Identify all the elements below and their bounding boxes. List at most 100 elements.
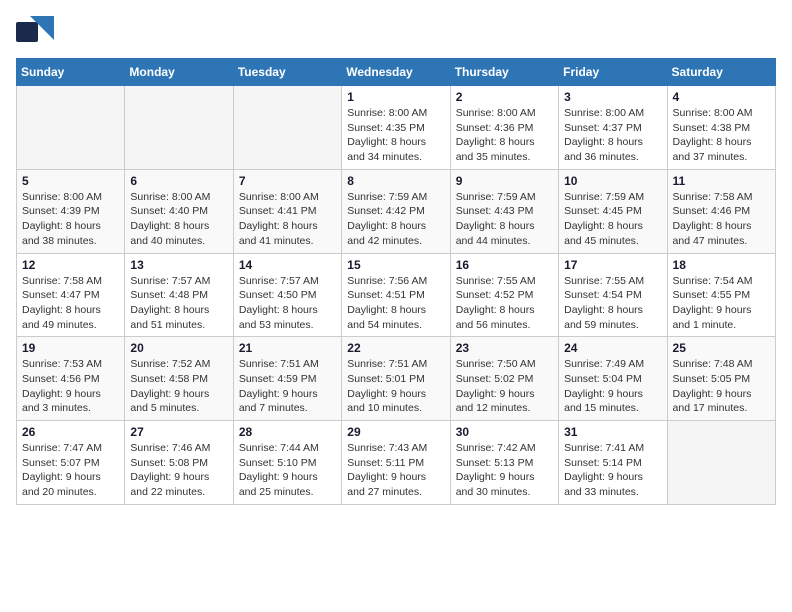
calendar-day-cell: 27 Sunrise: 7:46 AM Sunset: 5:08 PM Dayli… [125,421,233,505]
calendar-day-cell: 31Sunrise: 7:41 AM Sunset: 5:14 PM Dayli… [559,421,667,505]
day-info: Sunrise: 8:00 AM Sunset: 4:41 PM Dayligh… [239,190,336,249]
calendar-day-cell: 4 Sunrise: 8:00 AM Sunset: 4:38 PM Daylig… [667,86,775,170]
calendar-header-row: SundayMondayTuesdayWednesdayThursdayFrid… [17,59,776,86]
day-info: Sunrise: 7:58 AM Sunset: 4:46 PM Dayligh… [673,190,770,249]
day-info: Sunrise: 7:46 AM Sunset: 5:08 PM Dayligh… [130,441,227,500]
day-info: Sunrise: 7:49 AM Sunset: 5:04 PM Dayligh… [564,357,661,416]
logo [16,16,54,48]
day-info: Sunrise: 8:00 AM Sunset: 4:40 PM Dayligh… [130,190,227,249]
calendar-day-cell [233,86,341,170]
day-info: Sunrise: 7:57 AM Sunset: 4:50 PM Dayligh… [239,274,336,333]
calendar-day-cell: 30Sunrise: 7:42 AM Sunset: 5:13 PM Dayli… [450,421,558,505]
day-info: Sunrise: 7:58 AM Sunset: 4:47 PM Dayligh… [22,274,119,333]
day-number: 3 [564,90,661,104]
day-number: 17 [564,258,661,272]
calendar-week-row: 12 Sunrise: 7:58 AM Sunset: 4:47 PM Dayli… [17,253,776,337]
calendar-day-cell: 21 Sunrise: 7:51 AM Sunset: 4:59 PM Dayli… [233,337,341,421]
calendar-day-cell: 19 Sunrise: 7:53 AM Sunset: 4:56 PM Dayli… [17,337,125,421]
day-number: 30 [456,425,553,439]
weekday-header-cell: Monday [125,59,233,86]
calendar-day-cell: 9 Sunrise: 7:59 AM Sunset: 4:43 PM Daylig… [450,169,558,253]
day-info: Sunrise: 8:00 AM Sunset: 4:36 PM Dayligh… [456,106,553,165]
day-number: 24 [564,341,661,355]
calendar-day-cell: 28Sunrise: 7:44 AM Sunset: 5:10 PM Dayli… [233,421,341,505]
day-number: 12 [22,258,119,272]
calendar-week-row: 5 Sunrise: 8:00 AM Sunset: 4:39 PM Daylig… [17,169,776,253]
calendar-day-cell [667,421,775,505]
calendar-day-cell [17,86,125,170]
weekday-header-cell: Wednesday [342,59,450,86]
calendar-day-cell: 3 Sunrise: 8:00 AM Sunset: 4:37 PM Daylig… [559,86,667,170]
day-info: Sunrise: 7:55 AM Sunset: 4:54 PM Dayligh… [564,274,661,333]
day-number: 20 [130,341,227,355]
day-number: 28 [239,425,336,439]
calendar-week-row: 19 Sunrise: 7:53 AM Sunset: 4:56 PM Dayli… [17,337,776,421]
day-number: 19 [22,341,119,355]
day-info: Sunrise: 7:47 AM Sunset: 5:07 PM Dayligh… [22,441,119,500]
day-number: 25 [673,341,770,355]
day-info: Sunrise: 8:00 AM Sunset: 4:39 PM Dayligh… [22,190,119,249]
day-info: Sunrise: 8:00 AM Sunset: 4:35 PM Dayligh… [347,106,444,165]
calendar-day-cell: 14 Sunrise: 7:57 AM Sunset: 4:50 PM Dayli… [233,253,341,337]
day-info: Sunrise: 7:59 AM Sunset: 4:42 PM Dayligh… [347,190,444,249]
calendar-day-cell [125,86,233,170]
day-number: 26 [22,425,119,439]
day-number: 2 [456,90,553,104]
day-info: Sunrise: 7:59 AM Sunset: 4:43 PM Dayligh… [456,190,553,249]
calendar-day-cell: 18Sunrise: 7:54 AM Sunset: 4:55 PM Dayli… [667,253,775,337]
day-number: 13 [130,258,227,272]
page-header [16,16,776,48]
day-number: 16 [456,258,553,272]
weekday-header-cell: Sunday [17,59,125,86]
day-info: Sunrise: 8:00 AM Sunset: 4:38 PM Dayligh… [673,106,770,165]
day-info: Sunrise: 7:59 AM Sunset: 4:45 PM Dayligh… [564,190,661,249]
weekday-header-cell: Friday [559,59,667,86]
weekday-header-cell: Saturday [667,59,775,86]
calendar-day-cell: 17 Sunrise: 7:55 AM Sunset: 4:54 PM Dayli… [559,253,667,337]
logo-icon [16,16,54,48]
day-number: 21 [239,341,336,355]
calendar-day-cell: 29Sunrise: 7:43 AM Sunset: 5:11 PM Dayli… [342,421,450,505]
day-number: 14 [239,258,336,272]
day-number: 9 [456,174,553,188]
day-info: Sunrise: 7:55 AM Sunset: 4:52 PM Dayligh… [456,274,553,333]
day-number: 29 [347,425,444,439]
day-info: Sunrise: 7:48 AM Sunset: 5:05 PM Dayligh… [673,357,770,416]
weekday-header-cell: Thursday [450,59,558,86]
day-info: Sunrise: 7:56 AM Sunset: 4:51 PM Dayligh… [347,274,444,333]
day-info: Sunrise: 7:53 AM Sunset: 4:56 PM Dayligh… [22,357,119,416]
calendar-table: SundayMondayTuesdayWednesdayThursdayFrid… [16,58,776,505]
day-info: Sunrise: 8:00 AM Sunset: 4:37 PM Dayligh… [564,106,661,165]
calendar-day-cell: 7 Sunrise: 8:00 AM Sunset: 4:41 PM Daylig… [233,169,341,253]
calendar-day-cell: 5 Sunrise: 8:00 AM Sunset: 4:39 PM Daylig… [17,169,125,253]
calendar-day-cell: 6Sunrise: 8:00 AM Sunset: 4:40 PM Daylig… [125,169,233,253]
day-info: Sunrise: 7:41 AM Sunset: 5:14 PM Dayligh… [564,441,661,500]
day-number: 5 [22,174,119,188]
calendar-day-cell: 15 Sunrise: 7:56 AM Sunset: 4:51 PM Dayli… [342,253,450,337]
calendar-day-cell: 13 Sunrise: 7:57 AM Sunset: 4:48 PM Dayli… [125,253,233,337]
day-info: Sunrise: 7:57 AM Sunset: 4:48 PM Dayligh… [130,274,227,333]
day-number: 15 [347,258,444,272]
day-number: 23 [456,341,553,355]
day-info: Sunrise: 7:50 AM Sunset: 5:02 PM Dayligh… [456,357,553,416]
calendar-day-cell: 1 Sunrise: 8:00 AM Sunset: 4:35 PM Daylig… [342,86,450,170]
day-number: 4 [673,90,770,104]
calendar-day-cell: 25 Sunrise: 7:48 AM Sunset: 5:05 PM Dayli… [667,337,775,421]
day-info: Sunrise: 7:54 AM Sunset: 4:55 PM Dayligh… [673,274,770,333]
weekday-header-cell: Tuesday [233,59,341,86]
calendar-day-cell: 22Sunrise: 7:51 AM Sunset: 5:01 PM Dayli… [342,337,450,421]
day-number: 10 [564,174,661,188]
day-info: Sunrise: 7:51 AM Sunset: 4:59 PM Dayligh… [239,357,336,416]
calendar-day-cell: 10 Sunrise: 7:59 AM Sunset: 4:45 PM Dayli… [559,169,667,253]
calendar-day-cell: 2 Sunrise: 8:00 AM Sunset: 4:36 PM Daylig… [450,86,558,170]
calendar-day-cell: 16 Sunrise: 7:55 AM Sunset: 4:52 PM Dayli… [450,253,558,337]
day-number: 8 [347,174,444,188]
day-number: 11 [673,174,770,188]
calendar-week-row: 1 Sunrise: 8:00 AM Sunset: 4:35 PM Daylig… [17,86,776,170]
calendar-body: 1 Sunrise: 8:00 AM Sunset: 4:35 PM Daylig… [17,86,776,505]
day-number: 1 [347,90,444,104]
calendar-week-row: 26 Sunrise: 7:47 AM Sunset: 5:07 PM Dayli… [17,421,776,505]
day-number: 7 [239,174,336,188]
day-number: 27 [130,425,227,439]
calendar-day-cell: 20Sunrise: 7:52 AM Sunset: 4:58 PM Dayli… [125,337,233,421]
